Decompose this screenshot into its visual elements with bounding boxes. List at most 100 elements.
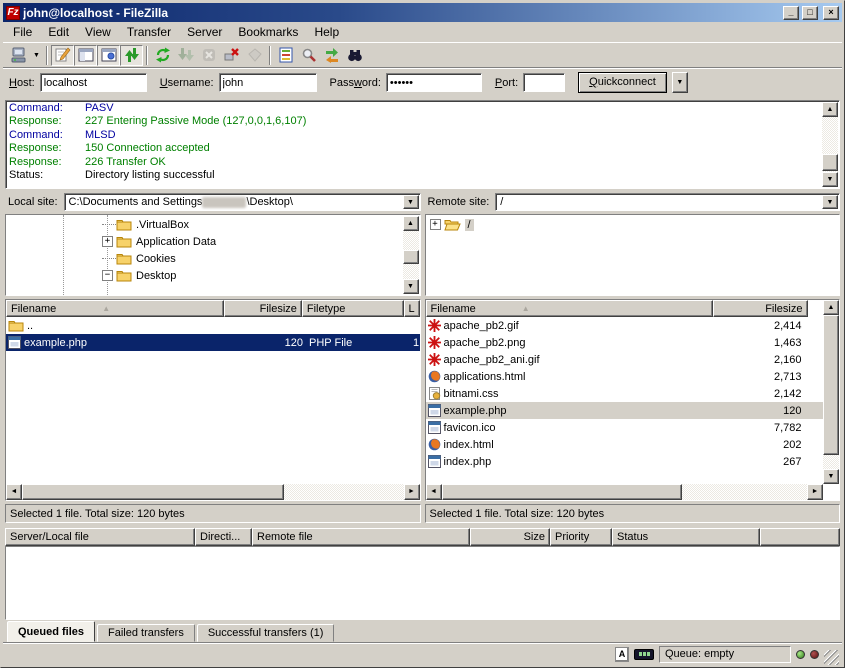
- column-header-remote-file[interactable]: Remote file: [252, 528, 470, 546]
- menu-server[interactable]: Server: [179, 23, 230, 41]
- titlebar[interactable]: Fz john@localhost - FileZilla _ □ ×: [3, 3, 842, 22]
- expand-plus-icon[interactable]: +: [430, 219, 441, 230]
- tab-successful-transfers[interactable]: Successful transfers (1): [197, 624, 335, 642]
- collapse-minus-icon[interactable]: −: [102, 270, 113, 281]
- remote-horizontal-scrollbar[interactable]: ◄ ►: [426, 484, 824, 500]
- queue-tabs: Queued files Failed transfers Successful…: [3, 620, 842, 642]
- log-scrollbar[interactable]: ▲ ▼: [822, 102, 838, 187]
- chevron-down-icon[interactable]: ▼: [403, 195, 419, 209]
- column-header-filetype[interactable]: Filetype: [302, 300, 404, 317]
- toggle-remote-tree-button[interactable]: [97, 45, 120, 66]
- scrollbar-thumb[interactable]: [822, 154, 838, 171]
- menu-file[interactable]: File: [5, 23, 40, 41]
- directory-comparison-button[interactable]: [297, 45, 320, 66]
- column-header-size[interactable]: Size: [470, 528, 550, 546]
- scroll-up-icon[interactable]: ▲: [823, 300, 839, 315]
- menu-edit[interactable]: Edit: [40, 23, 77, 41]
- file-row[interactable]: apache_pb2.gif 2,414: [426, 317, 840, 334]
- tree-item-application-data[interactable]: + Application Data: [6, 233, 420, 250]
- scrollbar-thumb[interactable]: [823, 315, 839, 455]
- menu-help[interactable]: Help: [306, 23, 347, 41]
- remote-vertical-scrollbar[interactable]: ▲ ▼: [823, 300, 839, 484]
- maximize-button[interactable]: □: [802, 6, 818, 20]
- column-header-direction[interactable]: Directi...: [195, 528, 252, 546]
- cancel-operation-button[interactable]: [197, 45, 220, 66]
- column-header-filename[interactable]: Filename▲: [6, 300, 224, 317]
- host-input[interactable]: [40, 73, 147, 92]
- reconnect-icon: [247, 47, 263, 63]
- file-row-example-php-selected[interactable]: example.php 120 PHP File 1: [6, 334, 420, 351]
- menu-view[interactable]: View: [77, 23, 119, 41]
- disconnect-button[interactable]: [220, 45, 243, 66]
- column-header-filename[interactable]: Filename▲: [426, 300, 713, 317]
- menu-transfer[interactable]: Transfer: [119, 23, 179, 41]
- toggle-transfer-queue-button[interactable]: [120, 45, 143, 66]
- speed-limit-indicator-icon[interactable]: [634, 649, 654, 660]
- scroll-left-icon[interactable]: ◄: [426, 484, 442, 500]
- toggle-message-log-button[interactable]: [51, 45, 74, 66]
- file-row[interactable]: applications.html 2,713: [426, 368, 840, 385]
- log-line: Status:Directory listing successful: [9, 169, 819, 182]
- queue-body[interactable]: [5, 546, 840, 620]
- file-row-example-php-selected[interactable]: example.php 120: [426, 402, 840, 419]
- scroll-right-icon[interactable]: ►: [807, 484, 823, 500]
- local-horizontal-scrollbar[interactable]: ◄ ►: [6, 484, 420, 500]
- remote-site-combo[interactable]: / ▼: [495, 193, 840, 211]
- close-button[interactable]: ×: [823, 6, 839, 20]
- scroll-left-icon[interactable]: ◄: [6, 484, 22, 500]
- process-queue-button[interactable]: [174, 45, 197, 66]
- file-row-parent-dir[interactable]: ..: [6, 317, 420, 334]
- scroll-down-icon[interactable]: ▼: [822, 172, 838, 187]
- column-header-server-local-file[interactable]: Server/Local file: [5, 528, 195, 546]
- file-row[interactable]: index.html 202: [426, 436, 840, 453]
- scroll-up-icon[interactable]: ▲: [822, 102, 838, 117]
- quickconnect-dropdown[interactable]: ▼: [672, 72, 688, 93]
- reconnect-button[interactable]: [243, 45, 266, 66]
- folder-icon: [116, 252, 132, 265]
- log-line: Command:PASV: [9, 102, 819, 115]
- file-row[interactable]: index.php 267: [426, 453, 840, 470]
- site-manager-dropdown[interactable]: ▼: [30, 45, 43, 66]
- resize-grip[interactable]: [824, 650, 839, 665]
- port-input[interactable]: [523, 73, 565, 92]
- site-manager-button[interactable]: [7, 45, 30, 66]
- quickconnect-button[interactable]: Quickconnect: [578, 72, 667, 93]
- php-file-icon: [8, 336, 21, 349]
- tree-item-desktop[interactable]: − Desktop: [6, 267, 420, 284]
- file-row[interactable]: favicon.ico 7,782: [426, 419, 840, 436]
- file-row[interactable]: apache_pb2.png 1,463: [426, 334, 840, 351]
- scrollbar-thumb[interactable]: [442, 484, 682, 500]
- tab-queued-files[interactable]: Queued files: [7, 621, 95, 642]
- column-header-last-modified[interactable]: L: [404, 300, 420, 317]
- expand-plus-icon[interactable]: +: [102, 236, 113, 247]
- data-type-indicator-icon[interactable]: A: [615, 647, 629, 662]
- local-tree-icon: [78, 47, 94, 63]
- scroll-down-icon[interactable]: ▼: [823, 469, 839, 484]
- tree-item-virtualbox[interactable]: .VirtualBox: [6, 216, 420, 233]
- minimize-button[interactable]: _: [783, 6, 799, 20]
- column-header-filesize[interactable]: Filesize: [713, 300, 808, 317]
- username-input[interactable]: [219, 73, 317, 92]
- remote-directory-tree[interactable]: + /: [425, 214, 841, 296]
- local-site-combo[interactable]: C:\Documents and Settings\Desktop\ ▼: [64, 193, 421, 211]
- password-input[interactable]: [386, 73, 482, 92]
- filter-button[interactable]: [274, 45, 297, 66]
- column-header-filesize[interactable]: Filesize: [224, 300, 302, 317]
- file-row[interactable]: apache_pb2_ani.gif 2,160: [426, 351, 840, 368]
- toggle-local-tree-button[interactable]: [74, 45, 97, 66]
- menu-bookmarks[interactable]: Bookmarks: [230, 23, 306, 41]
- column-header-status[interactable]: Status: [612, 528, 760, 546]
- scroll-right-icon[interactable]: ►: [404, 484, 420, 500]
- refresh-icon: [155, 47, 171, 63]
- scrollbar-thumb[interactable]: [22, 484, 284, 500]
- chevron-down-icon[interactable]: ▼: [822, 195, 838, 209]
- tab-failed-transfers[interactable]: Failed transfers: [97, 624, 195, 642]
- tree-item-cookies[interactable]: Cookies: [6, 250, 420, 267]
- find-files-button[interactable]: [343, 45, 366, 66]
- local-directory-tree[interactable]: .VirtualBox + Application Data Cookies −…: [5, 214, 421, 296]
- file-row[interactable]: bitnami.css 2,142: [426, 385, 840, 402]
- column-header-priority[interactable]: Priority: [550, 528, 612, 546]
- refresh-button[interactable]: [151, 45, 174, 66]
- tree-item-root[interactable]: + /: [426, 216, 840, 233]
- synchronized-browsing-button[interactable]: [320, 45, 343, 66]
